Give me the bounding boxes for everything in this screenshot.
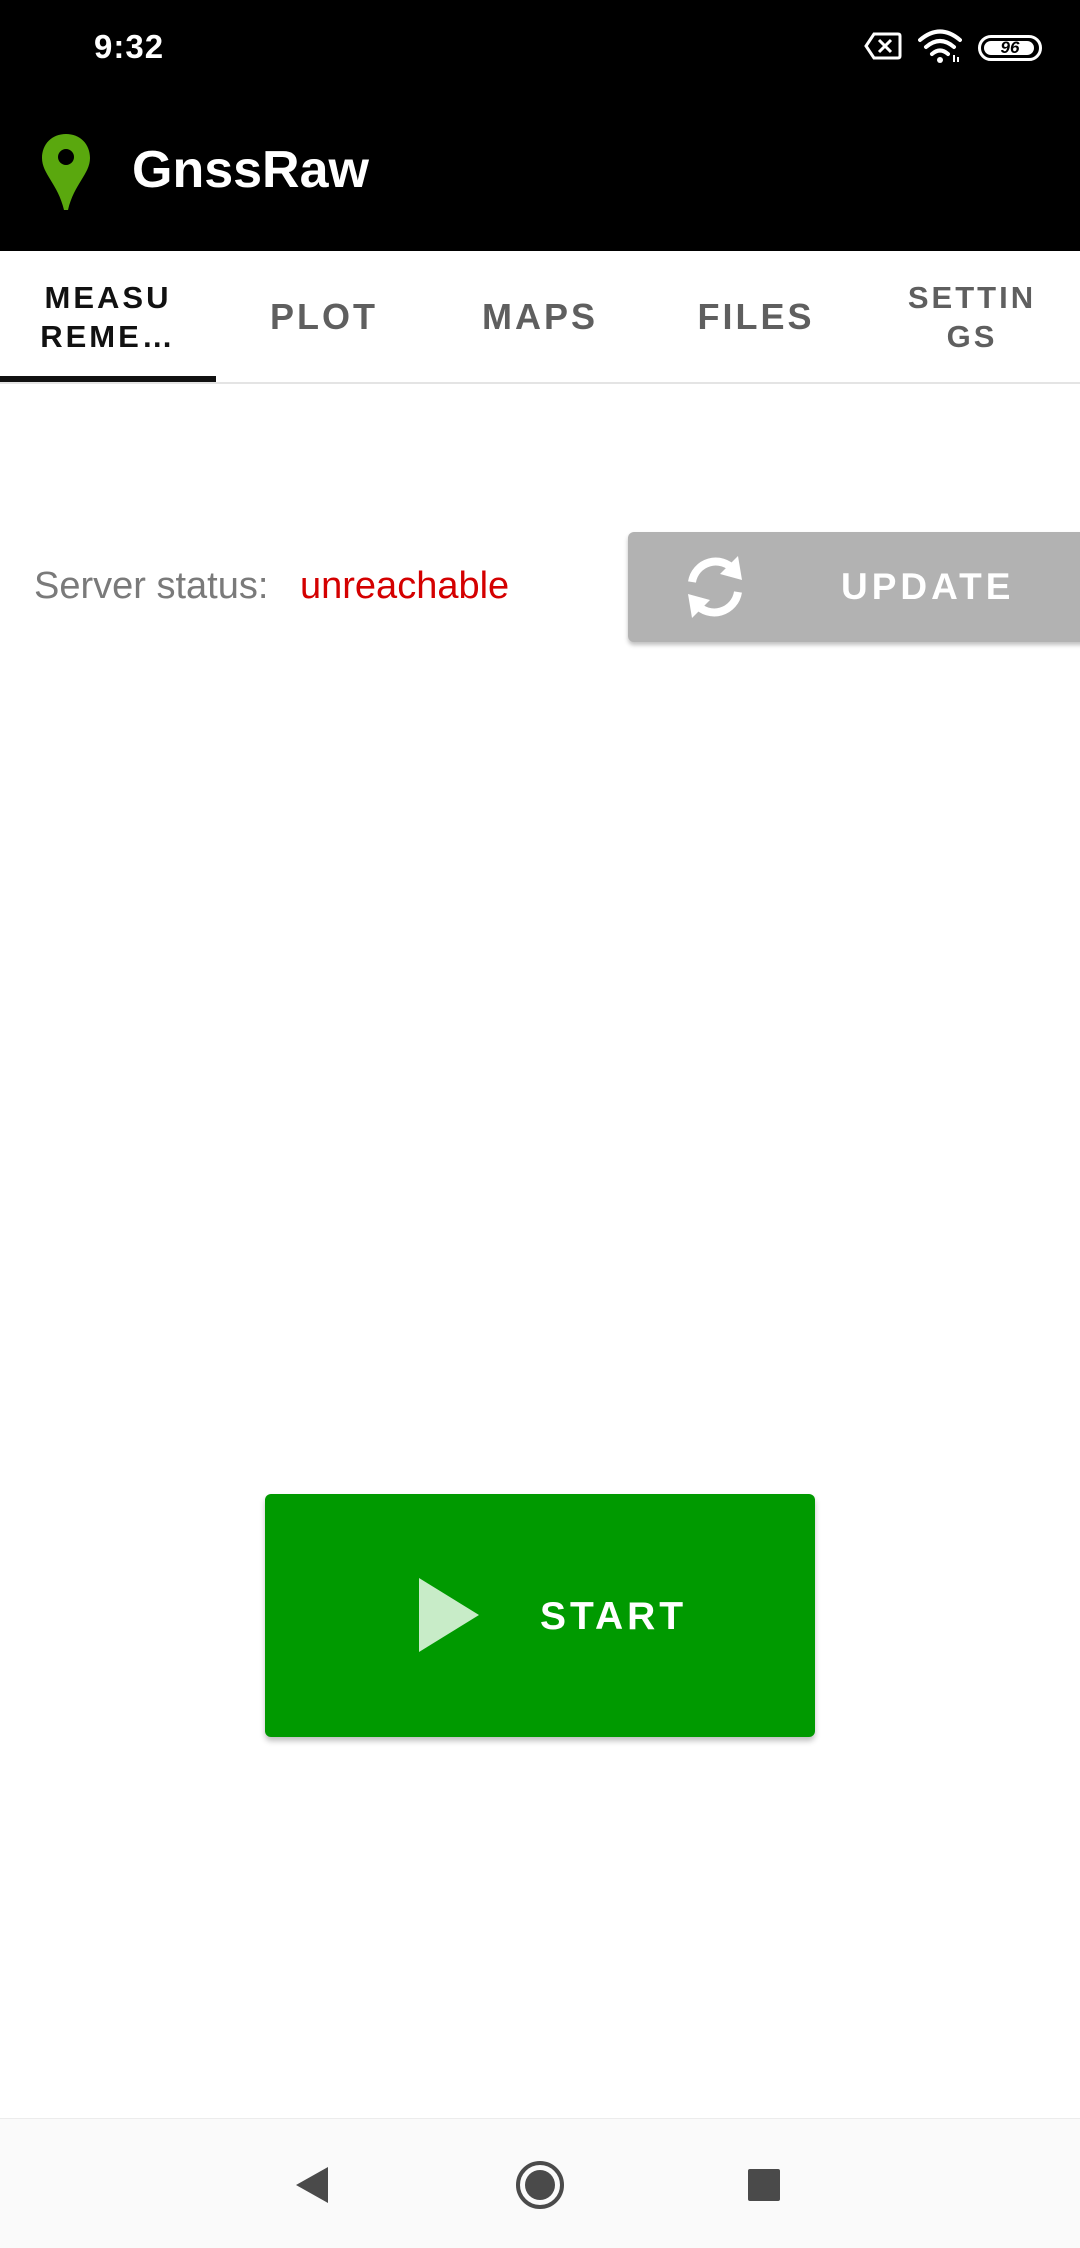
recents-icon[interactable] bbox=[748, 2169, 780, 2201]
home-icon[interactable] bbox=[514, 2159, 566, 2211]
wifi-icon bbox=[918, 29, 962, 68]
app-title: GnssRaw bbox=[132, 141, 369, 199]
battery-icon: 96 bbox=[978, 35, 1042, 61]
screen: 9:32 96 GnssRaw MEASU REME… PLOT MAPS FI… bbox=[0, 0, 1080, 2248]
tab-files[interactable]: FILES bbox=[648, 251, 864, 382]
location-pin-icon bbox=[42, 134, 90, 210]
status-bar: 9:32 96 bbox=[0, 0, 1080, 96]
app-bar: GnssRaw bbox=[0, 96, 1080, 251]
status-time: 9:32 bbox=[94, 28, 165, 65]
tab-plot[interactable]: PLOT bbox=[216, 251, 432, 382]
server-status-value: unreachable bbox=[300, 565, 510, 607]
refresh-icon bbox=[688, 556, 742, 618]
tab-measurements[interactable]: MEASU REME… bbox=[0, 251, 216, 382]
back-icon[interactable] bbox=[294, 2165, 330, 2205]
update-button[interactable]: UPDATE bbox=[628, 532, 1080, 642]
server-status-label: Server status: bbox=[34, 565, 269, 607]
play-icon bbox=[419, 1578, 479, 1652]
start-button[interactable]: START bbox=[265, 1494, 815, 1737]
status-icons: 96 bbox=[864, 28, 1042, 68]
start-button-label: START bbox=[540, 1595, 688, 1638]
update-button-label: UPDATE bbox=[841, 566, 1015, 607]
battery-level: 96 bbox=[1000, 38, 1020, 57]
navigation-bar bbox=[0, 2118, 1080, 2248]
tab-settings[interactable]: SETTIN GS bbox=[864, 251, 1080, 382]
tab-bar: MEASU REME… PLOT MAPS FILES SETTIN GS bbox=[0, 251, 1080, 384]
sim-error-icon bbox=[864, 32, 902, 65]
tab-maps[interactable]: MAPS bbox=[432, 251, 648, 382]
